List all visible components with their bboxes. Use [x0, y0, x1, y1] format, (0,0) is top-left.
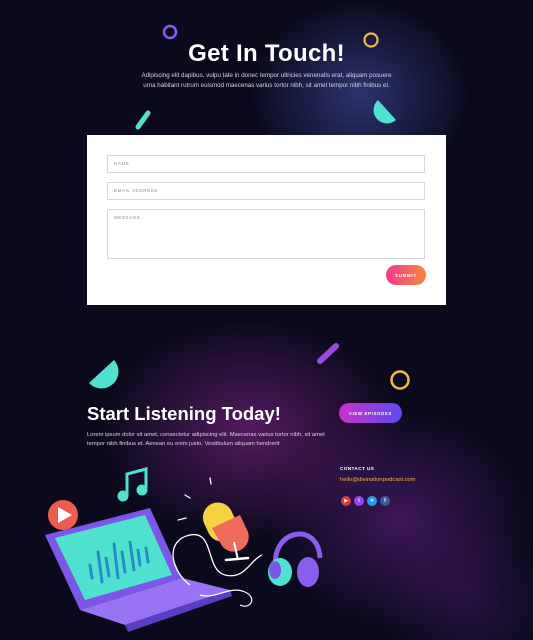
podcast-illustration: [45, 467, 323, 632]
contact-form: NAME EMAIL ADDRESS MESSAGE SUBMIT: [87, 135, 446, 305]
cable-shape: [172, 534, 263, 586]
submit-button[interactable]: SUBMIT: [386, 265, 426, 285]
gold-ring-lower-shape: [390, 370, 410, 390]
purple-pill-shape: [317, 343, 339, 364]
purple-ring-shape: [162, 24, 178, 40]
headphones-icon: [268, 531, 323, 587]
cyan-half-circle-shape: [373, 100, 396, 124]
microphone-icon: [202, 502, 250, 562]
view-episodes-button[interactable]: VIEW EPISODES: [339, 403, 402, 423]
intro-text: Adipiscing elit dapibus, vulpu tate in d…: [141, 72, 392, 89]
music-note-icon: [117, 467, 148, 502]
name-field[interactable]: NAME: [107, 155, 425, 173]
message-field[interactable]: MESSAGE: [107, 209, 425, 259]
laptop-icon: [45, 508, 232, 632]
listen-title: Start Listening Today!: [87, 403, 281, 424]
cyan-pill-shape: [135, 110, 151, 130]
cyan-half-circle-lower-shape: [89, 360, 119, 389]
listen-text: Lorem ipsum dolor sit amet, consectetur …: [87, 432, 325, 447]
email-field[interactable]: EMAIL ADDRESS: [107, 182, 425, 200]
page-title: Get In Touch!: [188, 40, 345, 67]
play-icon: [48, 500, 78, 530]
